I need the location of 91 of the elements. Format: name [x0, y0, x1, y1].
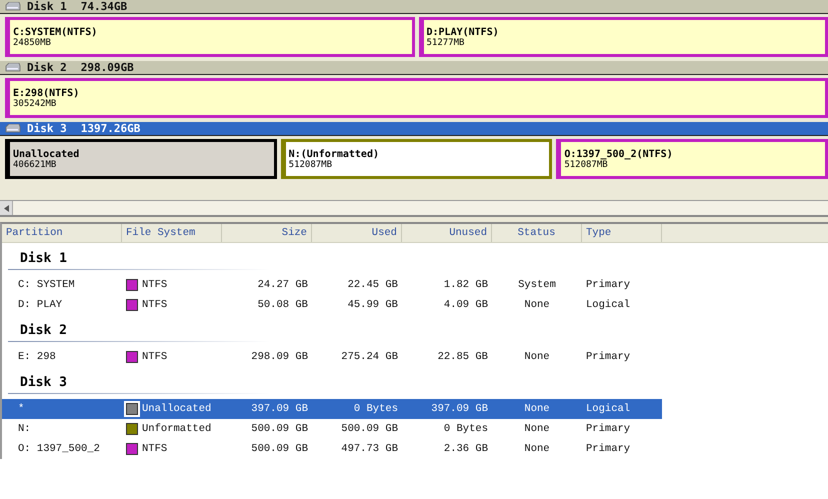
table-cell-text: 22.85 GB [436, 351, 489, 363]
partition-size: 24850MB [13, 38, 52, 48]
disk-header[interactable]: Disk 1 74.34GB [0, 0, 828, 14]
partition-size: 512087MB [288, 160, 334, 170]
disk-capacity: 1397.26GB [80, 122, 140, 135]
hard-drive-icon [5, 124, 21, 133]
partition-row[interactable]: * Unallocated 397.09 GB 0 Bytes 397.09 GB None Logical [2, 399, 662, 419]
table-cell-text: Primary [585, 443, 632, 455]
table-cell-text: None [523, 403, 551, 415]
table-cell-text: 0 Bytes [442, 423, 489, 435]
table-cell: NTFS [142, 443, 168, 455]
table-cell-text: 50.08 GB [256, 299, 309, 311]
table-cell-text: 2.36 GB [442, 443, 489, 455]
table-cell-text: O: 1397_500_2 [17, 443, 101, 455]
table-cell: Unallocated [142, 403, 212, 415]
partition-size: 305242MB [13, 98, 58, 108]
table-cell-text: 497.73 GB [340, 443, 399, 455]
table-cell-text: * [17, 403, 26, 415]
table-cell-text: Primary [585, 423, 632, 435]
table-cell: NTFS [142, 351, 168, 363]
table-cell-text: None [523, 351, 551, 363]
scroll-left-button[interactable] [0, 201, 13, 215]
partition-size: 512087MB [564, 160, 609, 170]
partition-row[interactable]: E: 298 NTFS 298.09 GB 275.24 GB 22.85 GB None Primary [2, 347, 662, 367]
table-cell-text: None [523, 423, 551, 435]
disk-header[interactable]: Disk 3 1397.26GB [0, 122, 828, 136]
column-header[interactable]: File System [122, 224, 222, 242]
partition-row[interactable]: D: PLAY NTFS 50.08 GB 45.99 GB 4.09 GB None Logical [2, 295, 662, 315]
disk-label: Disk 2 [27, 61, 67, 74]
table-cell-text: Logical [585, 403, 632, 415]
partition-block[interactable]: C:SYSTEM(NTFS) 24850MB [5, 17, 414, 57]
partition-block[interactable]: E:298(NTFS) 305242MB [5, 78, 828, 118]
partition-name: O:1397_500_2(NTFS) [564, 148, 674, 160]
partition-name: D:PLAY(NTFS) [426, 26, 500, 38]
table-cell-text: E: 298 [17, 351, 57, 363]
partition-block[interactable]: Unallocated 406621MB [5, 139, 277, 179]
partition-block[interactable]: D:PLAY(NTFS) 51277MB [418, 17, 828, 57]
table-cell: NTFS [142, 279, 168, 291]
column-header[interactable]: Used [312, 224, 402, 242]
column-header[interactable]: Size [222, 224, 312, 242]
table-cell-text: C: SYSTEM [17, 279, 76, 291]
table-cell-text: D: PLAY [17, 299, 64, 311]
table-cell-text: System [517, 279, 557, 291]
table-cell-text: 24.27 GB [256, 279, 309, 291]
table-cell-text: 500.09 GB [250, 443, 309, 455]
partition-block[interactable]: O:1397_500_2(NTFS) 512087MB [556, 139, 828, 179]
table-cell-text: None [523, 443, 551, 455]
table-cell: NTFS [142, 299, 168, 311]
partition-block[interactable]: N:(Unformatted) 512087MB [280, 139, 552, 179]
table-cell-text: 397.09 GB [430, 403, 489, 415]
disk-capacity: 74.34GB [80, 0, 128, 13]
table-cell-text: 22.45 GB [346, 279, 399, 291]
group-heading: Disk 1 [8, 251, 270, 270]
partition-name: N:(Unformatted) [288, 148, 380, 160]
column-header[interactable]: Status [492, 224, 582, 242]
partition-row[interactable]: C: SYSTEM NTFS 24.27 GB 22.45 GB 1.82 GB System Primary [2, 275, 662, 295]
partition-name: Unallocated [13, 148, 80, 160]
group-heading: Disk 2 [8, 323, 270, 342]
partition-name: C:SYSTEM(NTFS) [13, 26, 98, 38]
table-cell-text: N: [17, 423, 32, 435]
partition-name: E:298(NTFS) [13, 88, 80, 98]
left-arrow-icon [4, 204, 8, 212]
table-cell: Unformatted [142, 423, 212, 435]
horizontal-scrollbar[interactable] [0, 200, 828, 217]
table-cell-text: 298.09 GB [250, 351, 309, 363]
disk-label: Disk 1 [27, 0, 67, 13]
table-cell-text: 45.99 GB [346, 299, 399, 311]
table-cell-text: 0 Bytes [352, 403, 399, 415]
disk-header[interactable]: Disk 2 298.09GB [0, 61, 828, 75]
partition-row[interactable]: O: 1397_500_2 NTFS 500.09 GB 497.73 GB 2.36 GB None Primary [2, 439, 662, 459]
column-header[interactable]: Partition [2, 224, 122, 242]
disk-label: Disk 3 [27, 122, 67, 135]
table-cell-text: 275.24 GB [340, 351, 399, 363]
hard-drive-icon [5, 63, 21, 72]
table-cell-text: 4.09 GB [442, 299, 489, 311]
hard-drive-icon [5, 2, 21, 11]
table-cell-text: 500.09 GB [250, 423, 309, 435]
table-cell-text: Primary [585, 279, 632, 291]
table-cell-text: 500.09 GB [340, 423, 399, 435]
table-cell-text: Primary [585, 351, 632, 363]
table-cell-text: 397.09 GB [250, 403, 309, 415]
partition-size: 406621MB [13, 160, 58, 170]
table-cell-text: 1.82 GB [442, 279, 489, 291]
group-heading: Disk 3 [8, 375, 270, 394]
column-header[interactable]: Type [582, 224, 662, 242]
table-cell-text: Logical [585, 299, 632, 311]
column-header[interactable]: Unused [402, 224, 492, 242]
partition-row[interactable]: N: Unformatted 500.09 GB 500.09 GB 0 Bytes None Primary [2, 419, 662, 439]
table-cell-text: None [523, 299, 551, 311]
partition-size: 51277MB [426, 38, 466, 48]
disk-capacity: 298.09GB [80, 61, 134, 74]
